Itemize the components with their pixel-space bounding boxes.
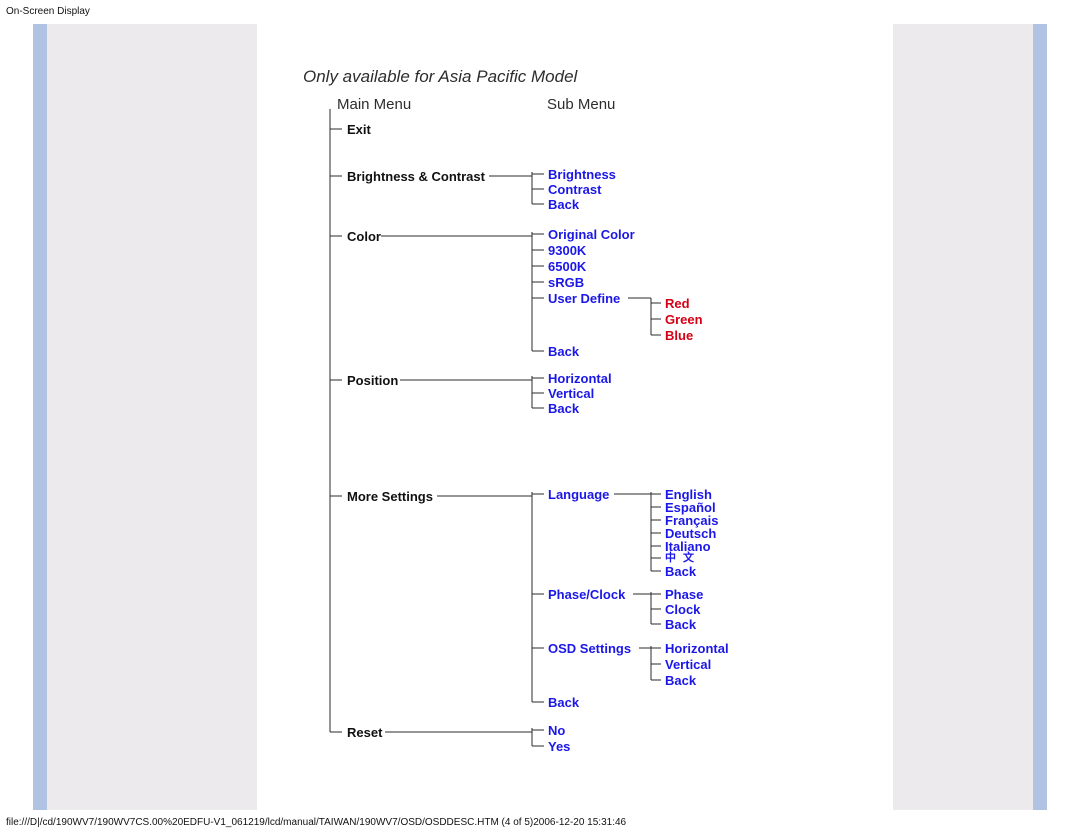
bar-right: [1033, 24, 1047, 810]
main-position: Position: [347, 374, 398, 387]
pc-phase: Phase: [665, 588, 703, 601]
col-main-menu: Main Menu: [337, 97, 411, 112]
diagram: Only available for Asia Pacific Model Ma…: [257, 24, 893, 810]
third-blue: Blue: [665, 329, 693, 342]
sub-osd-settings: OSD Settings: [548, 642, 631, 655]
main-color: Color: [347, 230, 381, 243]
main-exit: Exit: [347, 123, 371, 136]
main-more-settings: More Settings: [347, 490, 433, 503]
sub-language: Language: [548, 488, 609, 501]
sub-9300k: 9300K: [548, 244, 586, 257]
lang-chinese: 中 文: [665, 553, 696, 564]
sub-6500k: 6500K: [548, 260, 586, 273]
sub-pos-back: Back: [548, 402, 579, 415]
sub-ms-back: Back: [548, 696, 579, 709]
sub-phase-clock: Phase/Clock: [548, 588, 625, 601]
third-red: Red: [665, 297, 690, 310]
pc-clock: Clock: [665, 603, 700, 616]
sub-user-define: User Define: [548, 292, 620, 305]
sub-brightness: Brightness: [548, 168, 616, 181]
bar-left: [33, 24, 47, 810]
pc-back: Back: [665, 618, 696, 631]
page-header: On-Screen Display: [6, 6, 90, 17]
sub-bc-back: Back: [548, 198, 579, 211]
sub-pos-vertical: Vertical: [548, 387, 594, 400]
sub-original-color: Original Color: [548, 228, 635, 241]
main-reset: Reset: [347, 726, 382, 739]
osd-vertical: Vertical: [665, 658, 711, 671]
sub-color-back: Back: [548, 345, 579, 358]
reset-yes: Yes: [548, 740, 570, 753]
reset-no: No: [548, 724, 565, 737]
sub-srgb: sRGB: [548, 276, 584, 289]
tree-lines: [257, 24, 893, 810]
osd-back: Back: [665, 674, 696, 687]
osd-horizontal: Horizontal: [665, 642, 729, 655]
main-brightness-contrast: Brightness & Contrast: [347, 170, 485, 183]
sub-pos-horizontal: Horizontal: [548, 372, 612, 385]
title-note: Only available for Asia Pacific Model: [303, 68, 577, 85]
col-sub-menu: Sub Menu: [547, 97, 615, 112]
lang-back: Back: [665, 565, 696, 578]
page-footer: file:///D|/cd/190WV7/190WV7CS.00%20EDFU-…: [6, 817, 626, 828]
sub-contrast: Contrast: [548, 183, 601, 196]
frame-outer: Only available for Asia Pacific Model Ma…: [33, 24, 1047, 810]
content-area: Only available for Asia Pacific Model Ma…: [257, 24, 893, 810]
page: On-Screen Display file:///D|/cd/190WV7/1…: [0, 0, 1080, 834]
third-green: Green: [665, 313, 703, 326]
